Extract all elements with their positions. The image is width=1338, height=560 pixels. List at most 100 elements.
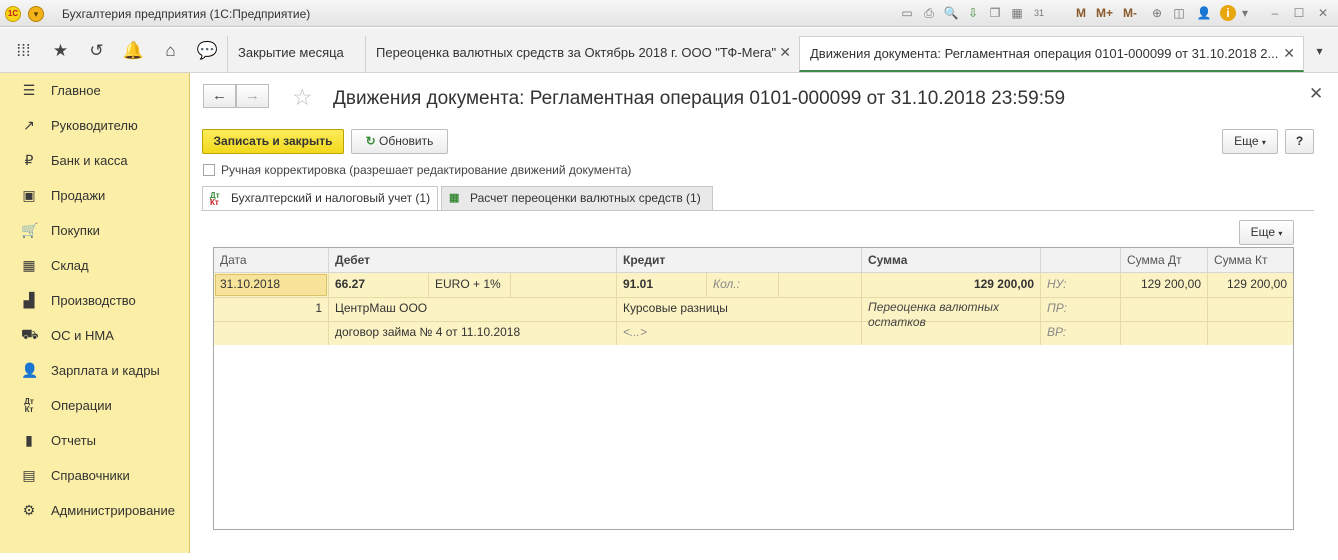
save-icon[interactable]: ▭ xyxy=(898,4,916,22)
panels-icon[interactable]: ◫ xyxy=(1170,4,1188,22)
copy-icon[interactable]: ❐ xyxy=(986,4,1004,22)
user-icon[interactable]: 👤 xyxy=(1192,4,1216,22)
manual-edit-row: Ручная корректировка (разрешает редактир… xyxy=(203,163,631,177)
cell-nu-label: НУ: xyxy=(1047,277,1067,291)
tab-currency-calc[interactable]: ▦ Расчет переоценки валютных средств (1) xyxy=(441,186,713,210)
close-form-icon[interactable]: ✕ xyxy=(1309,84,1323,104)
tab-accounting[interactable]: Дт Кт Бухгалтерский и налоговый учет (1) xyxy=(202,186,438,211)
tabs-list-chevron-icon[interactable]: ▾ xyxy=(1301,28,1338,73)
sidebar-item-administration[interactable]: ⚙ Администрирование xyxy=(0,493,190,528)
print-preview-icon[interactable]: 🔍 xyxy=(942,4,960,22)
manual-edit-checkbox[interactable] xyxy=(203,164,215,176)
tab-currency-revaluation[interactable]: Переоценка валютных средств за Октябрь 2… xyxy=(365,36,799,73)
maximize-icon[interactable]: ☐ xyxy=(1290,4,1308,22)
refresh-icon: ↻ xyxy=(365,134,376,148)
cell-credit-account[interactable]: 91.01 xyxy=(617,273,706,297)
save-and-close-button[interactable]: Записать и закрыть xyxy=(202,129,344,154)
cell-sum-kt[interactable]: 129 200,00 xyxy=(1208,273,1293,297)
print-icon[interactable]: ⎙ xyxy=(920,4,938,22)
cell-line-number: 1 xyxy=(315,301,322,315)
person-icon: 👤 xyxy=(21,362,39,378)
close-icon[interactable]: ✕ xyxy=(1314,4,1332,22)
sidebar-item-label: Справочники xyxy=(51,468,130,483)
cell-credit-subconto-1[interactable]: Курсовые разницы xyxy=(617,297,861,321)
calculator-icon[interactable]: ▦ xyxy=(1008,4,1026,22)
column-header-sum-dt[interactable]: Сумма Дт xyxy=(1121,248,1208,273)
column-header-credit[interactable]: Кредит xyxy=(617,248,862,273)
bar-chart-icon: ▮ xyxy=(25,432,33,448)
titlebar-right-tools: ⊕ ◫ 👤 i ▾ xyxy=(1148,4,1250,22)
sections-panel: ☰ Главное ↗ Руководителю ₽ Банк и касса ▣ Пр… xyxy=(0,73,190,553)
sidebar-item-main[interactable]: ☰ Главное xyxy=(0,73,190,108)
sidebar-item-operations[interactable]: Дт Кт Операции xyxy=(0,388,190,423)
column-header-date[interactable]: Дата xyxy=(214,248,329,273)
cell-debit-currency[interactable]: EURO + 1% xyxy=(429,273,510,297)
table-more-button[interactable]: Еще ▾ xyxy=(1239,220,1294,245)
memory-subtract-button[interactable]: M- xyxy=(1121,4,1139,22)
more-label: Еще xyxy=(1234,134,1259,148)
main-menu-button[interactable]: ▾ xyxy=(28,6,44,22)
zoom-icon[interactable]: ⊕ xyxy=(1148,4,1166,22)
column-header-debit[interactable]: Дебет xyxy=(329,248,617,273)
shopping-bag-icon: ▣ xyxy=(22,187,36,203)
tab-label: Бухгалтерский и налоговый учет (1) xyxy=(231,191,431,205)
info-icon[interactable]: i xyxy=(1220,5,1236,21)
more-label: Еще xyxy=(1250,225,1276,239)
sidebar-item-purchases[interactable]: 🛒 Покупки xyxy=(0,213,190,248)
cell-sum-dt[interactable]: 129 200,00 xyxy=(1121,273,1207,297)
sidebar-item-bank[interactable]: ₽ Банк и касса xyxy=(0,143,190,178)
memory-add-button[interactable]: M+ xyxy=(1094,4,1115,22)
cell-credit-subconto-2[interactable]: <...> xyxy=(617,321,861,345)
window-tab-bar: ⁞⁞⁞ ★ ↺ 🔔 ⌂ 💬 Закрытие месяца Переоценка… xyxy=(0,28,1338,73)
sidebar-item-fixed-assets[interactable]: ⛟ ОС и НМА xyxy=(0,318,190,353)
sidebar-item-salary[interactable]: 👤 Зарплата и кадры xyxy=(0,353,190,388)
cell-sum[interactable]: 129 200,00 xyxy=(862,273,1040,297)
chevron-down-icon[interactable]: ▾ xyxy=(1240,4,1250,22)
col-divider xyxy=(778,273,779,297)
sidebar-item-reports[interactable]: ▮ Отчеты xyxy=(0,423,190,458)
refresh-button[interactable]: ↻ Обновить xyxy=(351,129,448,154)
calendar-icon[interactable]: 31 xyxy=(1030,4,1048,22)
tab-document-movements[interactable]: Движения документа: Регламентная операци… xyxy=(799,36,1304,72)
sidebar-item-label: Банк и касса xyxy=(51,153,128,168)
cell-debit-subconto-1[interactable]: ЦентрМаш ООО xyxy=(329,297,616,321)
favorites-star-icon[interactable]: ★ xyxy=(42,28,79,73)
sidebar-item-label: ОС и НМА xyxy=(51,328,114,343)
more-button[interactable]: Еще ▾ xyxy=(1222,129,1278,154)
help-button[interactable]: ? xyxy=(1285,129,1314,154)
cell-date[interactable]: 31.10.2018 xyxy=(214,273,328,297)
sidebar-item-label: Отчеты xyxy=(51,433,96,448)
col-divider xyxy=(510,273,511,297)
home-icon[interactable]: ⌂ xyxy=(152,28,189,73)
sidebar-item-sales[interactable]: ▣ Продажи xyxy=(0,178,190,213)
sidebar-item-manager[interactable]: ↗ Руководителю xyxy=(0,108,190,143)
cell-debit-account[interactable]: 66.27 xyxy=(329,273,428,297)
column-header-sum[interactable]: Сумма xyxy=(862,248,1041,273)
memory-store-button[interactable]: M xyxy=(1074,4,1088,22)
sidebar-item-label: Зарплата и кадры xyxy=(51,363,160,378)
sidebar-item-label: Администрирование xyxy=(51,503,175,518)
cell-debit-subconto-2[interactable]: договор займа № 4 от 11.10.2018 xyxy=(329,321,616,345)
manual-edit-label: Ручная корректировка (разрешает редактир… xyxy=(221,163,632,177)
close-icon[interactable]: ✕ xyxy=(779,36,791,69)
forward-button[interactable]: → xyxy=(236,84,269,108)
close-icon[interactable]: ✕ xyxy=(1283,37,1295,70)
column-header-sum-kt[interactable]: Сумма Кт xyxy=(1208,248,1293,273)
page-title: Движения документа: Регламентная операци… xyxy=(333,88,1066,109)
sections-grid-icon[interactable]: ⁞⁞⁞ xyxy=(5,28,42,73)
attach-icon[interactable]: ⇩ xyxy=(964,4,982,22)
back-button[interactable]: ← xyxy=(203,84,236,108)
history-icon[interactable]: ↺ xyxy=(78,28,115,73)
gear-icon: ⚙ xyxy=(22,502,36,518)
table-row[interactable]: 31.10.2018 1 66.27 EURO + 1% ЦентрМаш ОО… xyxy=(214,273,1293,345)
sidebar-item-catalogs[interactable]: ▤ Справочники xyxy=(0,458,190,493)
column-header-spacer xyxy=(1041,248,1121,273)
cell-content[interactable]: Переоценка валютных остатков xyxy=(862,300,1040,336)
sidebar-item-production[interactable]: ▟ Производство xyxy=(0,283,190,318)
tab-month-closing[interactable]: Закрытие месяца xyxy=(227,36,365,73)
sidebar-item-warehouse[interactable]: ▦ Склад xyxy=(0,248,190,283)
favorite-star-icon[interactable]: ☆ xyxy=(292,84,313,111)
notifications-bell-icon[interactable]: 🔔 xyxy=(115,28,152,73)
discussions-icon[interactable]: 💬 xyxy=(189,28,226,73)
minimize-icon[interactable]: – xyxy=(1266,4,1284,22)
